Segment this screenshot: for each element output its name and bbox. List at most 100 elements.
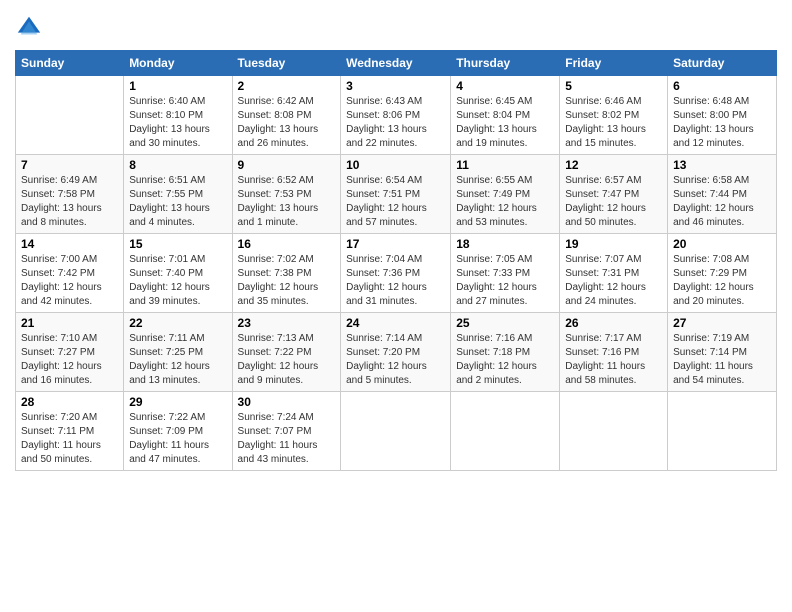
calendar-header-sunday: Sunday [16,51,124,76]
calendar-cell: 14Sunrise: 7:00 AMSunset: 7:42 PMDayligh… [16,234,124,313]
day-number: 24 [346,316,445,330]
day-info: Sunrise: 6:43 AMSunset: 8:06 PMDaylight:… [346,95,445,151]
calendar-cell: 18 Sunrise: 7:05 AMSunset: 7:33 PMDayligh… [451,234,560,313]
calendar-cell: 12 Sunrise: 6:57 AMSunset: 7:47 PMDayligh… [560,155,668,234]
calendar-cell: 7 Sunrise: 6:49 AMSunset: 7:58 PMDaylight… [16,155,124,234]
calendar-cell: 4 Sunrise: 6:45 AMSunset: 8:04 PMDaylight… [451,76,560,155]
day-info: Sunrise: 7:10 AMSunset: 7:27 PMDaylight:… [21,332,118,388]
day-number: 8 [129,158,226,172]
day-number: 30 [238,395,336,409]
page-container: SundayMondayTuesdayWednesdayThursdayFrid… [0,0,792,481]
calendar-cell: 8 Sunrise: 6:51 AMSunset: 7:55 PMDaylight… [124,155,232,234]
day-number: 17 [346,237,445,251]
day-number: 4 [456,79,554,93]
page-header [15,10,777,42]
calendar-cell: 28 Sunrise: 7:20 AMSunset: 7:11 PMDayligh… [16,392,124,471]
day-info: Sunrise: 6:55 AMSunset: 7:49 PMDaylight:… [456,174,554,230]
day-number: 12 [565,158,662,172]
calendar-cell: 2 Sunrise: 6:42 AMSunset: 8:08 PMDaylight… [232,76,341,155]
day-number: 28 [21,395,118,409]
day-number: 3 [346,79,445,93]
calendar-cell: 27 Sunrise: 7:19 AMSunset: 7:14 PMDayligh… [668,313,777,392]
day-number: 2 [238,79,336,93]
day-number: 25 [456,316,554,330]
calendar-cell: 30 Sunrise: 7:24 AMSunset: 7:07 PMDayligh… [232,392,341,471]
calendar-header-saturday: Saturday [668,51,777,76]
day-info: Sunrise: 6:49 AMSunset: 7:58 PMDaylight:… [21,174,118,230]
calendar-week-row: 7 Sunrise: 6:49 AMSunset: 7:58 PMDaylight… [16,155,777,234]
day-info: Sunrise: 7:24 AMSunset: 7:07 PMDaylight:… [238,411,336,467]
calendar-cell: 15Sunrise: 7:01 AMSunset: 7:40 PMDayligh… [124,234,232,313]
calendar-cell: 19 Sunrise: 7:07 AMSunset: 7:31 PMDayligh… [560,234,668,313]
day-info: Sunrise: 7:07 AMSunset: 7:31 PMDaylight:… [565,253,662,309]
day-number: 19 [565,237,662,251]
day-info: Sunrise: 6:40 AMSunset: 8:10 PMDaylight:… [129,95,226,151]
day-number: 15 [129,237,226,251]
calendar-cell: 20 Sunrise: 7:08 AMSunset: 7:29 PMDayligh… [668,234,777,313]
logo-icon [15,14,43,42]
calendar-cell [668,392,777,471]
day-number: 23 [238,316,336,330]
day-info: Sunrise: 6:48 AMSunset: 8:00 PMDaylight:… [673,95,771,151]
day-info: Sunrise: 7:05 AMSunset: 7:33 PMDaylight:… [456,253,554,309]
calendar-cell: 16Sunrise: 7:02 AMSunset: 7:38 PMDayligh… [232,234,341,313]
calendar-cell: 3 Sunrise: 6:43 AMSunset: 8:06 PMDaylight… [341,76,451,155]
calendar-cell: 17 Sunrise: 7:04 AMSunset: 7:36 PMDayligh… [341,234,451,313]
day-number: 16 [238,237,336,251]
day-info: Sunrise: 6:52 AMSunset: 7:53 PMDaylight:… [238,174,336,230]
calendar-cell: 26Sunrise: 7:17 AMSunset: 7:16 PMDayligh… [560,313,668,392]
day-number: 5 [565,79,662,93]
calendar-cell: 5 Sunrise: 6:46 AMSunset: 8:02 PMDaylight… [560,76,668,155]
day-info: Sunrise: 7:19 AMSunset: 7:14 PMDaylight:… [673,332,771,388]
calendar-header-thursday: Thursday [451,51,560,76]
day-info: Sunrise: 7:11 AMSunset: 7:25 PMDaylight:… [129,332,226,388]
logo [15,14,47,42]
day-info: Sunrise: 6:45 AMSunset: 8:04 PMDaylight:… [456,95,554,151]
calendar-cell: 24 Sunrise: 7:14 AMSunset: 7:20 PMDayligh… [341,313,451,392]
day-info: Sunrise: 7:04 AMSunset: 7:36 PMDaylight:… [346,253,445,309]
calendar-cell: 1 Sunrise: 6:40 AMSunset: 8:10 PMDaylight… [124,76,232,155]
day-info: Sunrise: 6:46 AMSunset: 8:02 PMDaylight:… [565,95,662,151]
calendar-cell: 21 Sunrise: 7:10 AMSunset: 7:27 PMDayligh… [16,313,124,392]
calendar-cell: 25 Sunrise: 7:16 AMSunset: 7:18 PMDayligh… [451,313,560,392]
day-number: 18 [456,237,554,251]
day-number: 21 [21,316,118,330]
calendar-cell [341,392,451,471]
day-info: Sunrise: 6:57 AMSunset: 7:47 PMDaylight:… [565,174,662,230]
day-number: 1 [129,79,226,93]
calendar-cell: 22 Sunrise: 7:11 AMSunset: 7:25 PMDayligh… [124,313,232,392]
day-number: 29 [129,395,226,409]
day-number: 9 [238,158,336,172]
calendar-cell: 11 Sunrise: 6:55 AMSunset: 7:49 PMDayligh… [451,155,560,234]
calendar-cell: 10 Sunrise: 6:54 AMSunset: 7:51 PMDayligh… [341,155,451,234]
day-info: Sunrise: 7:20 AMSunset: 7:11 PMDaylight:… [21,411,118,467]
day-info: Sunrise: 7:16 AMSunset: 7:18 PMDaylight:… [456,332,554,388]
day-info: Sunrise: 7:00 AMSunset: 7:42 PMDaylight:… [21,253,118,309]
day-info: Sunrise: 6:54 AMSunset: 7:51 PMDaylight:… [346,174,445,230]
day-info: Sunrise: 7:13 AMSunset: 7:22 PMDaylight:… [238,332,336,388]
calendar-header-tuesday: Tuesday [232,51,341,76]
calendar-header-friday: Friday [560,51,668,76]
day-number: 27 [673,316,771,330]
calendar-cell: 23 Sunrise: 7:13 AMSunset: 7:22 PMDayligh… [232,313,341,392]
day-number: 11 [456,158,554,172]
calendar-cell: 29Sunrise: 7:22 AMSunset: 7:09 PMDayligh… [124,392,232,471]
day-info: Sunrise: 6:51 AMSunset: 7:55 PMDaylight:… [129,174,226,230]
calendar-cell: 6 Sunrise: 6:48 AMSunset: 8:00 PMDaylight… [668,76,777,155]
day-info: Sunrise: 7:14 AMSunset: 7:20 PMDaylight:… [346,332,445,388]
day-number: 22 [129,316,226,330]
day-info: Sunrise: 7:17 AMSunset: 7:16 PMDaylight:… [565,332,662,388]
calendar-week-row: 21 Sunrise: 7:10 AMSunset: 7:27 PMDayligh… [16,313,777,392]
day-info: Sunrise: 7:08 AMSunset: 7:29 PMDaylight:… [673,253,771,309]
day-number: 6 [673,79,771,93]
day-number: 20 [673,237,771,251]
calendar-header-monday: Monday [124,51,232,76]
calendar-header-row: SundayMondayTuesdayWednesdayThursdayFrid… [16,51,777,76]
day-info: Sunrise: 6:42 AMSunset: 8:08 PMDaylight:… [238,95,336,151]
calendar-cell: 13Sunrise: 6:58 AMSunset: 7:44 PMDayligh… [668,155,777,234]
calendar-cell [560,392,668,471]
day-number: 7 [21,158,118,172]
day-number: 13 [673,158,771,172]
day-number: 10 [346,158,445,172]
calendar-cell [16,76,124,155]
